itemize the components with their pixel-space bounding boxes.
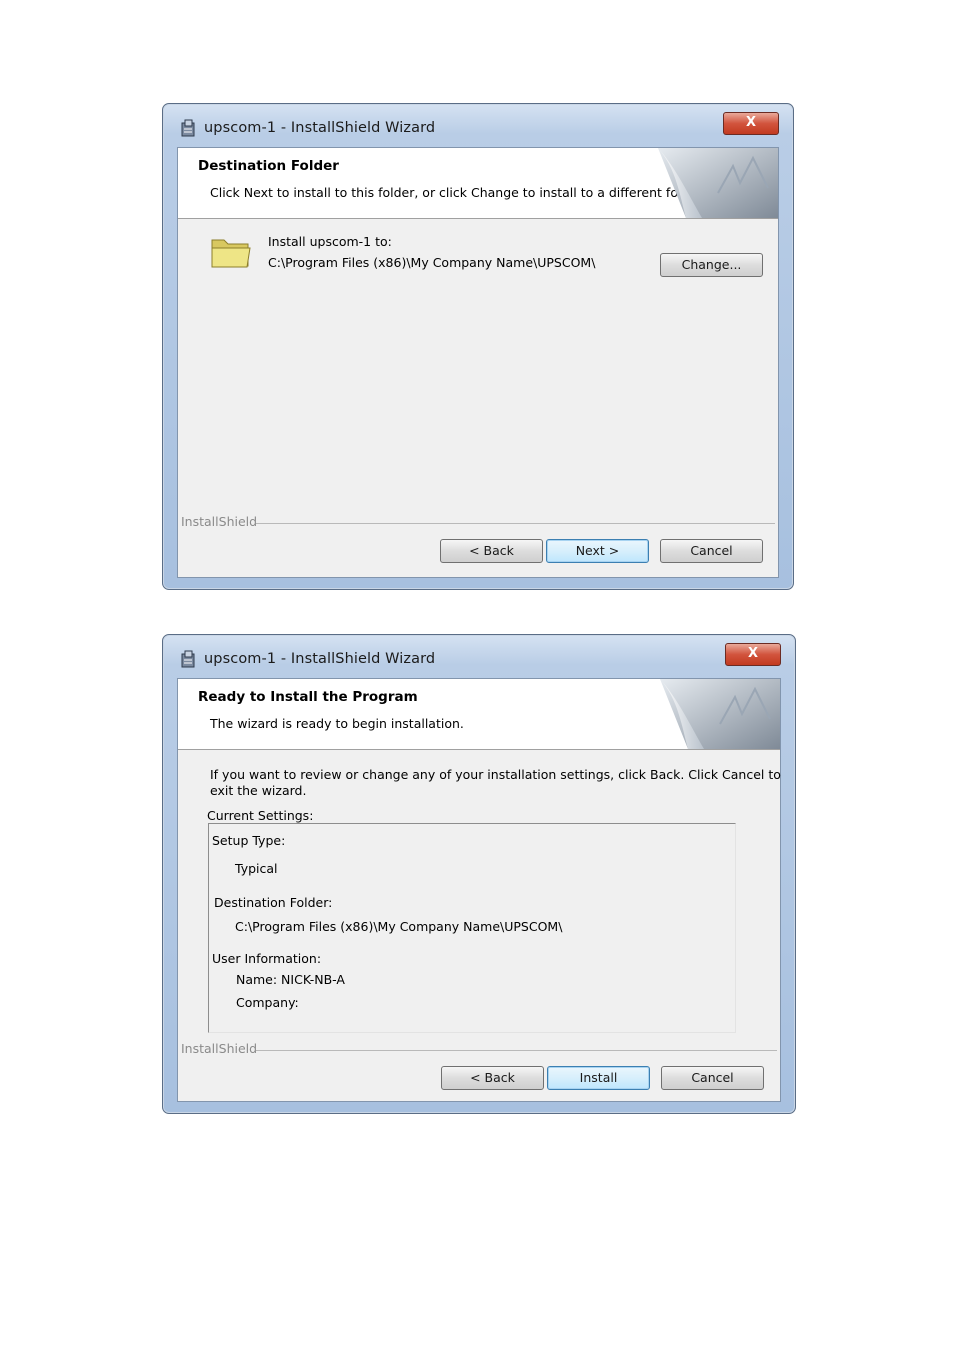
banner-title: Destination Folder xyxy=(198,158,339,174)
brand-divider xyxy=(256,523,775,524)
cancel-button[interactable]: Cancel xyxy=(660,539,763,563)
install-button[interactable]: Install xyxy=(547,1066,650,1090)
header-banner: Destination Folder Click Next to install… xyxy=(178,148,778,219)
intro-text-line1: If you want to review or change any of y… xyxy=(210,767,781,782)
installshield-window-destination: upscom-1 - InstallShield Wizard X Destin… xyxy=(162,103,794,590)
destination-folder-value: C:\Program Files (x86)\My Company Name\U… xyxy=(235,919,563,934)
page-curl-graphic xyxy=(658,148,778,218)
back-button[interactable]: < Back xyxy=(440,539,543,563)
window-title: upscom-1 - InstallShield Wizard xyxy=(204,120,436,136)
installshield-brand: InstallShield xyxy=(181,514,258,529)
install-path: C:\Program Files (x86)\My Company Name\U… xyxy=(268,255,596,270)
banner-title: Ready to Install the Program xyxy=(198,689,418,705)
install-to-label: Install upscom-1 to: xyxy=(268,234,392,249)
installer-app-icon xyxy=(181,650,195,668)
change-button[interactable]: Change... xyxy=(660,253,763,277)
banner-subtitle: Click Next to install to this folder, or… xyxy=(210,185,706,200)
installer-app-icon xyxy=(181,119,195,137)
company-label: Company: xyxy=(236,995,299,1010)
dialog-client-area: Destination Folder Click Next to install… xyxy=(177,147,779,578)
folder-icon xyxy=(211,239,251,268)
setup-type-value: Typical xyxy=(235,861,278,876)
setup-type-label: Setup Type: xyxy=(212,833,286,848)
header-banner: Ready to Install the Program The wizard … xyxy=(178,679,780,750)
current-settings-label: Current Settings: xyxy=(207,808,314,823)
close-button[interactable]: X xyxy=(725,643,781,666)
title-bar[interactable]: upscom-1 - InstallShield Wizard X xyxy=(163,635,795,671)
close-button[interactable]: X xyxy=(723,112,779,135)
dialog-client-area: Ready to Install the Program The wizard … xyxy=(177,678,781,1102)
back-button[interactable]: < Back xyxy=(441,1066,544,1090)
user-information-label: User Information: xyxy=(212,951,322,966)
user-name-value: Name: NICK-NB-A xyxy=(236,972,345,987)
page-curl-graphic xyxy=(660,679,780,749)
brand-divider xyxy=(256,1050,777,1051)
title-bar[interactable]: upscom-1 - InstallShield Wizard X xyxy=(163,104,793,140)
intro-text-line2: exit the wizard. xyxy=(210,783,307,798)
current-settings-panel[interactable]: Setup Type: Typical Destination Folder: … xyxy=(208,823,736,1033)
next-button[interactable]: Next > xyxy=(546,539,649,563)
window-title: upscom-1 - InstallShield Wizard xyxy=(204,651,436,667)
destination-folder-label: Destination Folder: xyxy=(214,895,333,910)
banner-subtitle: The wizard is ready to begin installatio… xyxy=(210,716,464,731)
installshield-window-ready: upscom-1 - InstallShield Wizard X Ready … xyxy=(162,634,796,1114)
cancel-button[interactable]: Cancel xyxy=(661,1066,764,1090)
installshield-brand: InstallShield xyxy=(181,1041,258,1056)
